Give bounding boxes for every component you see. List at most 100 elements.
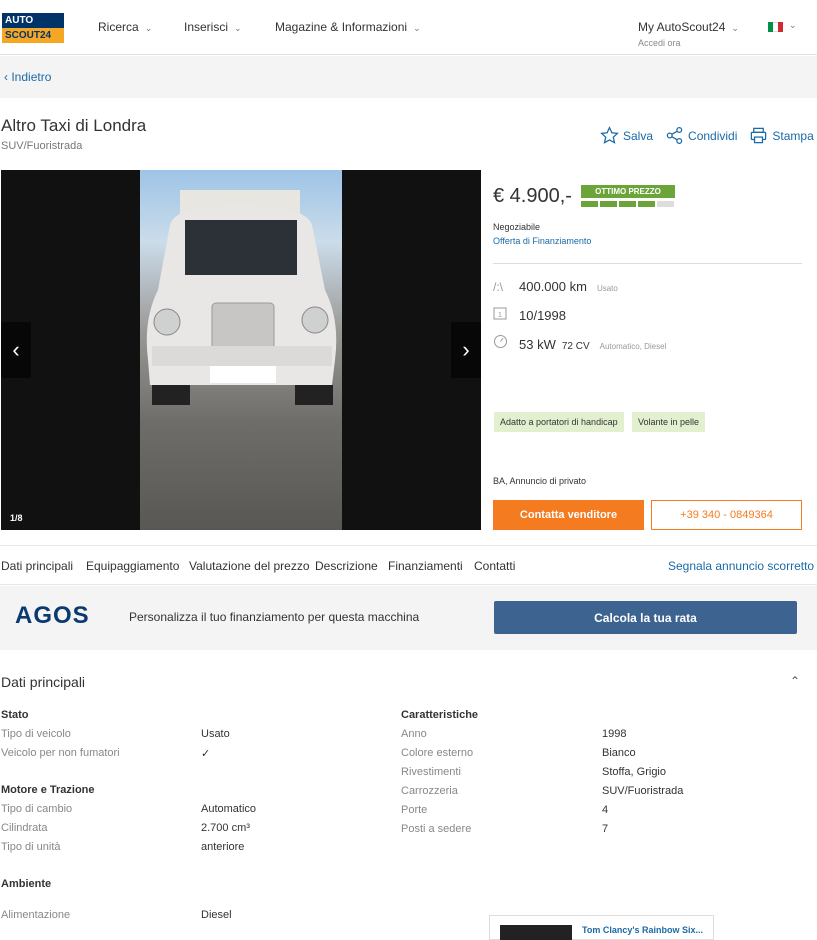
listing-actions: Salva Condividi Stampa [600, 126, 814, 145]
price-rating-badge: OTTIMO PREZZO [581, 185, 675, 198]
print-button[interactable]: Stampa [749, 126, 814, 145]
tab-valutazione-prezzo[interactable]: Valutazione del prezzo [189, 559, 310, 573]
detail-value: SUV/Fuoristrada [602, 785, 684, 797]
detail-key: Carrozzeria [401, 785, 458, 797]
detail-value: Stoffa, Grigio [602, 766, 666, 778]
ad-text: Tom Clancy's Rainbow Six... [582, 925, 703, 935]
top-navigation: AUTO SCOUT24 Ricerca ⌄ Inserisci ⌄ Magazin… [0, 0, 817, 55]
section-tabs: Dati principali Equipaggiamento Valutazi… [0, 545, 817, 585]
login-link[interactable]: Accedi ora [638, 38, 739, 48]
tab-finanziamenti[interactable]: Finanziamenti [388, 559, 463, 573]
rating-bar [600, 201, 617, 207]
my-account-label: My AutoScout24 [638, 20, 726, 34]
detail-key: Posti a sedere [401, 823, 472, 835]
nav-label: Ricerca [98, 20, 139, 34]
detail-key: Rivestimenti [401, 766, 461, 778]
checkmark-icon: ✓ [201, 748, 211, 760]
tab-dati-principali[interactable]: Dati principali [1, 559, 73, 573]
chevron-down-icon[interactable]: ⌄ [789, 20, 797, 31]
italy-flag-icon[interactable] [768, 22, 783, 32]
power-value: 53 kW [519, 337, 556, 352]
nav-magazine[interactable]: Magazine & Informazioni ⌄ [275, 20, 421, 34]
detail-value: Bianco [602, 747, 636, 759]
detail-value: anteriore [201, 841, 245, 853]
photo-gallery[interactable]: ‹ › 1/8 [1, 170, 481, 530]
svg-text:1: 1 [498, 312, 502, 319]
detail-key: Veicolo per non fumatori [1, 747, 120, 759]
tab-equipaggiamento[interactable]: Equipaggiamento [86, 559, 179, 573]
rating-bar [581, 201, 598, 207]
chevron-up-icon[interactable]: ⌃ [790, 674, 800, 688]
back-link[interactable]: ‹ Indietro [4, 70, 51, 84]
detail-key: Tipo di cambio [1, 803, 73, 815]
nav-inserisci[interactable]: Inserisci ⌄ [184, 20, 242, 34]
detail-value: 7 [602, 823, 609, 835]
detail-key: Alimentazione [1, 909, 71, 921]
nav-ricerca[interactable]: Ricerca ⌄ [98, 20, 152, 34]
ad-thumbnail [500, 925, 572, 940]
car-photo-image [146, 190, 337, 405]
power-note: Automatico, Diesel [599, 342, 667, 351]
mileage-spec: /:\ 400.000 km Usato [493, 279, 618, 294]
details-title: Dati principali [1, 674, 86, 690]
section-heading: Motore e Trazione [1, 784, 95, 796]
back-label: Indietro [11, 70, 52, 84]
section-heading: Ambiente [1, 878, 52, 890]
price: € 4.900,- [493, 185, 572, 207]
my-account-menu[interactable]: My AutoScout24 ⌄ Accedi ora [638, 20, 739, 48]
phone-button[interactable]: +39 340 - 0849364 [651, 500, 802, 530]
section-heading: Caratteristiche [401, 709, 479, 721]
logo-bottom: SCOUT24 [2, 28, 64, 43]
car-photo[interactable] [140, 170, 342, 530]
listing-body-type: SUV/Fuoristrada [1, 140, 83, 152]
gallery-prev-button[interactable]: ‹ [1, 322, 31, 378]
detail-key: Cilindrata [1, 822, 48, 834]
section-heading: Stato [1, 709, 29, 721]
share-button[interactable]: Condividi [665, 126, 737, 145]
tab-descrizione[interactable]: Descrizione [315, 559, 378, 573]
detail-key: Tipo di unità [1, 841, 61, 853]
contact-seller-button[interactable]: Contatta venditore [493, 500, 644, 530]
price-rating-bars [581, 201, 674, 207]
chevron-down-icon: ⌄ [144, 23, 153, 33]
finance-banner: AGOS Personalizza il tuo finanziamento p… [0, 586, 817, 650]
registration-value: 10/1998 [519, 308, 566, 323]
detail-value: 2.700 cm³ [201, 822, 250, 834]
speedometer-icon [493, 334, 513, 352]
detail-value: 4 [602, 804, 609, 816]
condition-value: Usato [596, 284, 618, 293]
detail-key: Anno [401, 728, 427, 740]
feature-tag: Volante in pelle [632, 412, 706, 432]
back-bar: ‹ Indietro [0, 56, 817, 98]
autoscout24-logo[interactable]: AUTO SCOUT24 [2, 13, 64, 43]
registration-spec: 1 10/1998 [493, 306, 566, 323]
detail-key: Colore esterno [401, 747, 474, 759]
tab-contatti[interactable]: Contatti [474, 559, 515, 573]
financing-offer-link[interactable]: Offerta di Finanziamento [493, 236, 591, 246]
chevron-down-icon: ⌄ [731, 23, 739, 33]
chevron-left-icon: ‹ [4, 70, 8, 84]
report-listing-link[interactable]: Segnala annuncio scorretto [668, 559, 814, 573]
chevron-down-icon: ⌄ [234, 23, 242, 33]
star-icon [600, 126, 619, 144]
gallery-next-button[interactable]: › [451, 322, 481, 378]
advertisement[interactable]: Tom Clancy's Rainbow Six... [489, 915, 714, 940]
share-icon [666, 126, 683, 145]
calculate-rate-button[interactable]: Calcola la tua rata [494, 601, 797, 634]
save-button[interactable]: Salva [600, 126, 653, 145]
detail-key: Tipo di veicolo [1, 728, 71, 740]
rating-bar [657, 201, 674, 207]
seller-location: BA, Annuncio di privato [493, 476, 587, 486]
rating-bar [638, 201, 655, 207]
nav-label: Inserisci [184, 20, 229, 34]
detail-value: Automatico [201, 803, 257, 815]
power-cv: 72 CV [561, 341, 590, 352]
print-label: Stampa [772, 128, 814, 143]
agos-logo: AGOS [15, 602, 90, 630]
power-spec: 53 kW 72 CV Automatico, Diesel [493, 334, 666, 352]
detail-value: 1998 [602, 728, 627, 740]
detail-key: Porte [401, 804, 428, 816]
finance-text: Personalizza il tuo finanziamento per qu… [129, 610, 420, 624]
logo-top: AUTO [2, 13, 64, 28]
detail-value: Diesel [201, 909, 232, 921]
